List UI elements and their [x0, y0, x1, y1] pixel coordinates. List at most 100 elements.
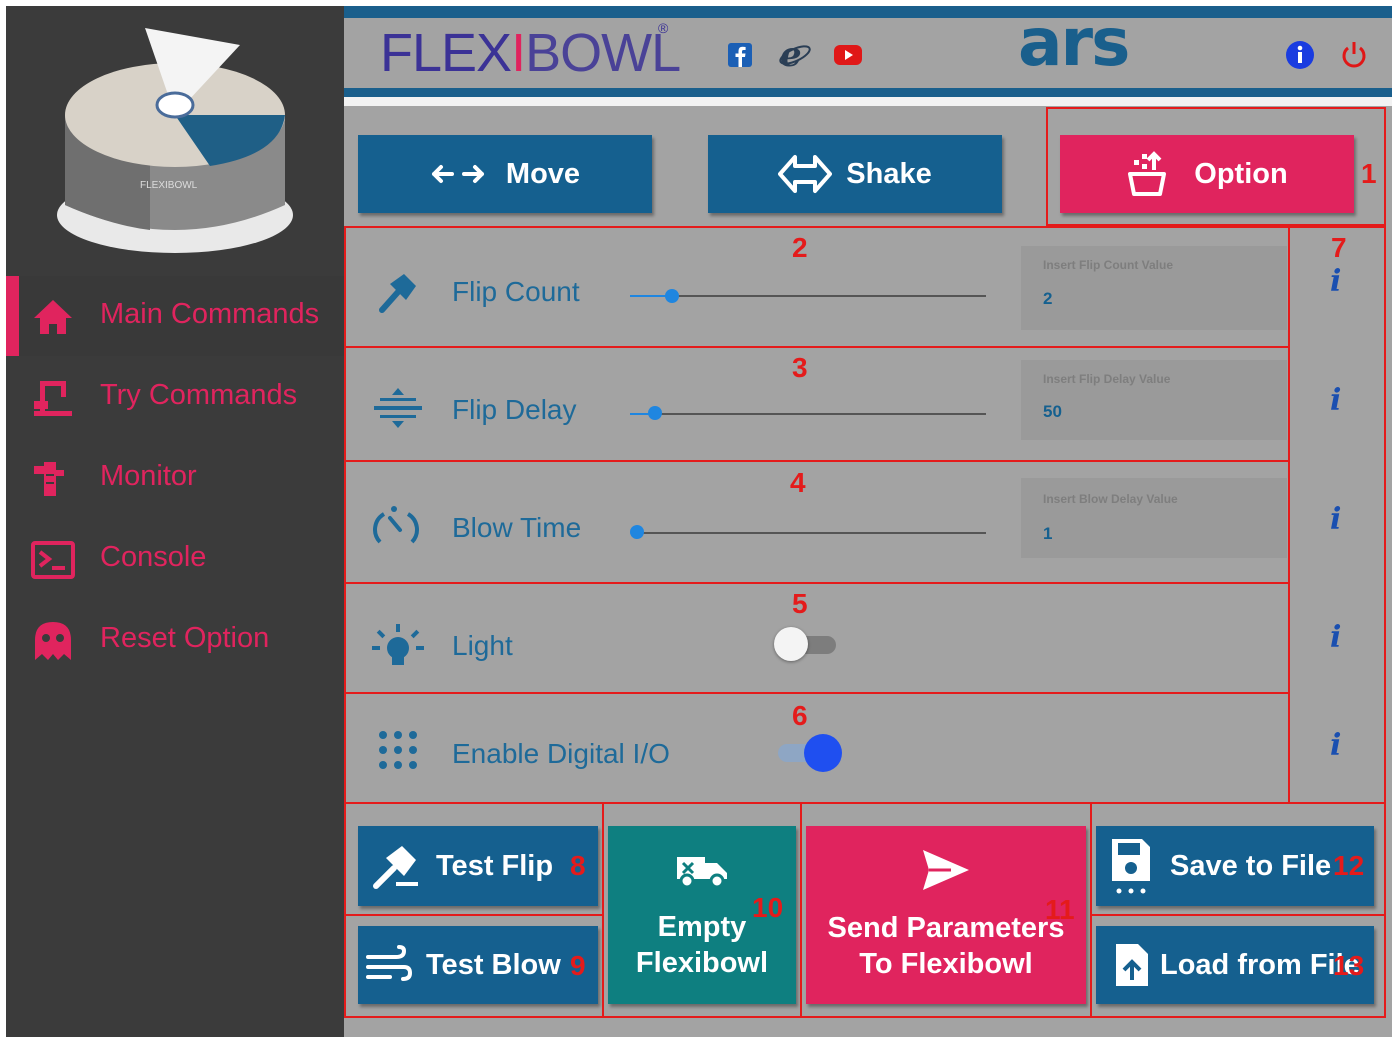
blow-time-slider-track[interactable] [636, 532, 986, 534]
annotation-number-2: 2 [792, 232, 808, 263]
flip-delay-row: Flip Delay Insert Flip Delay Value 50 [346, 348, 1288, 460]
flip-count-slider-thumb[interactable] [665, 289, 679, 303]
flip-delay-slider-thumb[interactable] [648, 406, 662, 420]
timer-icon [372, 506, 420, 552]
header-divider-light [344, 97, 1392, 106]
light-info-icon[interactable]: i [1330, 620, 1341, 655]
option-button[interactable]: Option [1060, 135, 1354, 213]
facebook-icon[interactable] [727, 42, 753, 68]
digital-io-toggle[interactable] [778, 734, 844, 772]
ars-logo: ars [1018, 4, 1130, 81]
flip-count-info-icon[interactable]: i [1330, 264, 1341, 299]
flexibowl-product-image: FLEXIBOWL [40, 20, 310, 260]
test-flip-button[interactable]: Test Flip [358, 826, 598, 906]
flip-delay-input[interactable]: Insert Flip Delay Value 50 [1021, 360, 1287, 440]
send-parameters-label-line2: To Flexibowl [859, 948, 1033, 980]
light-label: Light [452, 630, 513, 661]
home-icon [30, 294, 76, 340]
ghost-icon [30, 618, 76, 664]
svg-text:e: e [780, 38, 802, 70]
light-row: Light [346, 584, 1288, 692]
flip-delay-placeholder: Insert Flip Delay Value [1043, 372, 1171, 386]
flip-count-input[interactable]: Insert Flip Count Value 2 [1021, 246, 1287, 330]
save-to-file-label: Save to File [1170, 849, 1332, 882]
annotation-number-1: 1 [1361, 158, 1377, 189]
move-button[interactable]: Move [358, 135, 652, 213]
flexibowl-logo: FLEXIBOWL [380, 23, 681, 83]
flip-count-placeholder: Insert Flip Count Value [1043, 258, 1174, 272]
flip-delay-icon [374, 388, 422, 432]
blow-time-info-icon[interactable]: i [1330, 502, 1341, 537]
empty-flexibowl-label-line1: Empty [657, 911, 747, 943]
send-icon [921, 848, 971, 892]
blow-time-placeholder: Insert Blow Delay Value [1043, 492, 1178, 506]
annotation-number-5: 5 [792, 588, 808, 619]
test-blow-button[interactable]: Test Blow [358, 926, 598, 1004]
flip-delay-info-icon[interactable]: i [1330, 383, 1341, 418]
power-icon[interactable] [1340, 40, 1368, 70]
annotation-number-12: 12 [1333, 850, 1365, 881]
send-parameters-label-line1: Send Parameters [827, 912, 1065, 944]
sidebar-item-label: Console [100, 541, 207, 573]
flip-delay-slider-track[interactable] [630, 413, 986, 415]
annotation-number-10: 10 [752, 892, 784, 923]
option-label: Option [1194, 157, 1288, 190]
sidebar-item-label: Main Commands [100, 298, 320, 330]
digital-io-info-icon[interactable]: i [1330, 728, 1341, 763]
flip-count-label: Flip Count [452, 276, 580, 307]
digital-io-toggle-knob [804, 734, 842, 772]
hammer-icon [372, 842, 420, 890]
light-bulb-icon [372, 624, 424, 670]
youtube-icon[interactable] [833, 43, 863, 67]
blow-time-input[interactable]: Insert Blow Delay Value 1 [1021, 478, 1287, 558]
sidebar-item-console[interactable]: Console [6, 519, 344, 599]
digital-io-label: Enable Digital I/O [452, 738, 670, 769]
annotation-number-6: 6 [792, 700, 808, 731]
digital-io-row: Enable Digital I/O [346, 694, 1288, 802]
basket-upload-icon [1126, 150, 1168, 198]
shake-button[interactable]: Shake [708, 135, 1002, 213]
test-flip-label: Test Flip [436, 849, 554, 882]
sidebar-item-label: Monitor [100, 460, 197, 492]
file-upload-icon [1114, 942, 1150, 988]
console-icon [30, 537, 76, 583]
truck-icon [675, 849, 729, 891]
annotation-number-11: 11 [1045, 894, 1075, 925]
annotation-number-3: 3 [792, 352, 808, 383]
load-from-file-label: Load from File [1160, 948, 1360, 981]
light-toggle-knob [774, 627, 808, 661]
flip-delay-label: Flip Delay [452, 394, 577, 425]
internet-explorer-icon[interactable]: e [778, 35, 812, 75]
send-parameters-button[interactable]: Send Parameters To Flexibowl [806, 826, 1086, 1004]
dots-grid-icon [378, 730, 418, 774]
header-divider [344, 88, 1392, 97]
blow-time-row: Blow Time Insert Blow Delay Value 1 [346, 462, 1288, 582]
arrows-horizontal-icon [430, 160, 486, 188]
flip-count-row: Flip Count Insert Flip Count Value 2 [346, 228, 1288, 346]
annotation-number-7: 7 [1331, 232, 1347, 263]
empty-flexibowl-label-line2: Flexibowl [635, 947, 769, 979]
sidebar-item-label: Reset Option [100, 622, 270, 654]
blow-time-label: Blow Time [452, 512, 582, 543]
save-disk-icon [1110, 837, 1152, 895]
annotation-number-8: 8 [570, 850, 586, 881]
header-top-bar [344, 6, 1392, 18]
wind-icon [366, 945, 412, 985]
sidebar-item-try-commands[interactable]: Try Commands [6, 357, 344, 437]
robot-arm-icon [30, 375, 76, 421]
blow-time-slider-thumb[interactable] [630, 525, 644, 539]
sidebar-item-monitor[interactable]: Monitor [6, 438, 344, 518]
shake-arrows-icon [778, 151, 833, 197]
monitor-icon [30, 456, 76, 502]
flip-count-value: 2 [1043, 289, 1053, 308]
test-blow-label: Test Blow [426, 948, 561, 981]
sidebar-item-label: Try Commands [100, 379, 298, 411]
annotation-number-4: 4 [790, 467, 806, 498]
light-toggle[interactable] [774, 627, 836, 661]
move-label: Move [505, 157, 581, 190]
sidebar-item-reset-option[interactable]: Reset Option [6, 600, 344, 680]
registered-mark: ® [658, 20, 669, 36]
flip-count-slider-track[interactable] [630, 295, 986, 297]
sidebar-item-main-commands[interactable]: Main Commands [6, 276, 344, 356]
info-icon[interactable] [1285, 40, 1315, 70]
